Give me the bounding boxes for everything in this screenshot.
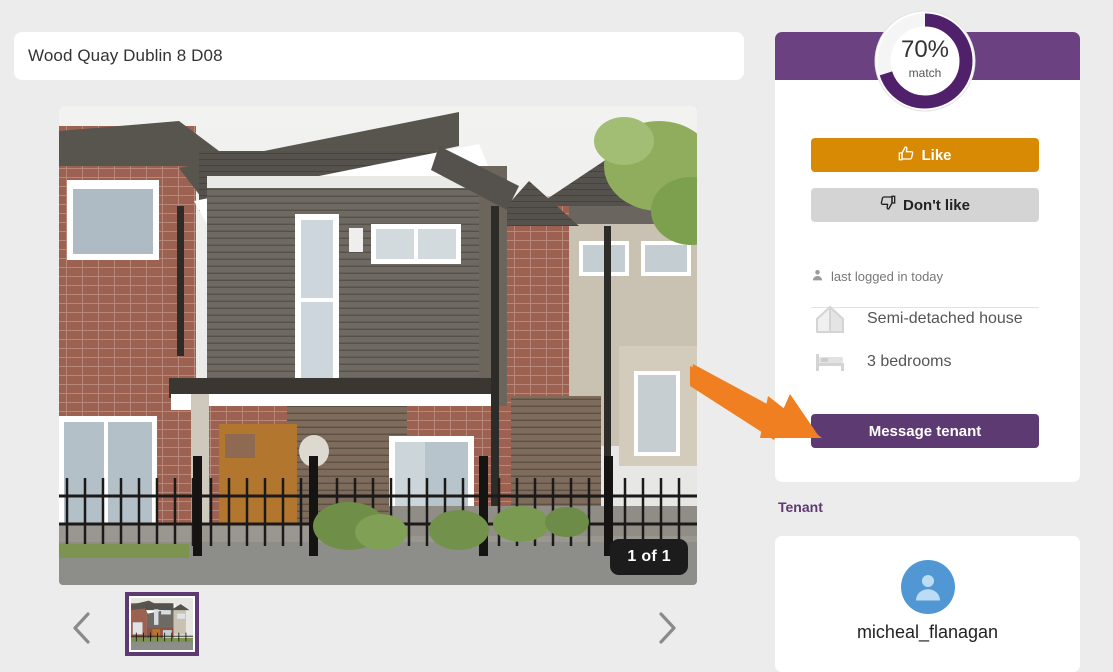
listing-page: Wood Quay Dublin 8 D08 1 of 1 Like Don't…	[0, 0, 1113, 672]
photo-counter-badge: 1 of 1	[610, 539, 688, 575]
last-login-text: last logged in today	[831, 269, 944, 284]
match-score-ring: 70% match	[872, 8, 978, 114]
listing-title-card: Wood Quay Dublin 8 D08	[14, 32, 744, 80]
like-button-label: Like	[921, 146, 952, 164]
tenant-section-label: Tenant	[778, 499, 823, 515]
like-button[interactable]: Like	[811, 138, 1039, 172]
chevron-right-icon[interactable]	[647, 598, 687, 658]
message-tenant-button[interactable]: Message tenant	[811, 414, 1039, 448]
dislike-button-label: Don't like	[903, 196, 970, 214]
listing-photo[interactable]	[59, 106, 697, 585]
page-title: Wood Quay Dublin 8 D08	[28, 46, 223, 65]
feature-bedrooms-label: 3 bedrooms	[867, 353, 952, 370]
match-label: match	[908, 66, 942, 80]
person-icon	[811, 268, 824, 285]
tenant-username: micheal_flanagan	[856, 622, 999, 642]
dislike-button[interactable]: Don't like	[811, 188, 1039, 222]
tenant-card[interactable]: micheal_flanagan	[775, 536, 1080, 672]
thumbnail-strip	[59, 592, 697, 664]
house-icon	[811, 300, 849, 338]
thumbs-up-icon	[898, 145, 914, 165]
feature-bedrooms: 3 bedrooms	[811, 343, 952, 381]
feature-property-type-label: Semi-detached house	[867, 310, 1023, 327]
photo-gallery[interactable]: 1 of 1	[59, 106, 697, 585]
thumbnail-item[interactable]	[125, 592, 199, 656]
person-avatar-icon	[900, 560, 955, 614]
thumbs-down-icon	[880, 195, 896, 215]
bed-icon	[811, 343, 849, 381]
message-tenant-label: Message tenant	[868, 422, 982, 440]
match-percent-value: 70%	[900, 36, 950, 63]
thumbnail-image	[131, 598, 193, 650]
feature-property-type: Semi-detached house	[811, 300, 1023, 338]
chevron-left-icon[interactable]	[62, 598, 102, 658]
last-login-status: last logged in today	[811, 268, 943, 285]
